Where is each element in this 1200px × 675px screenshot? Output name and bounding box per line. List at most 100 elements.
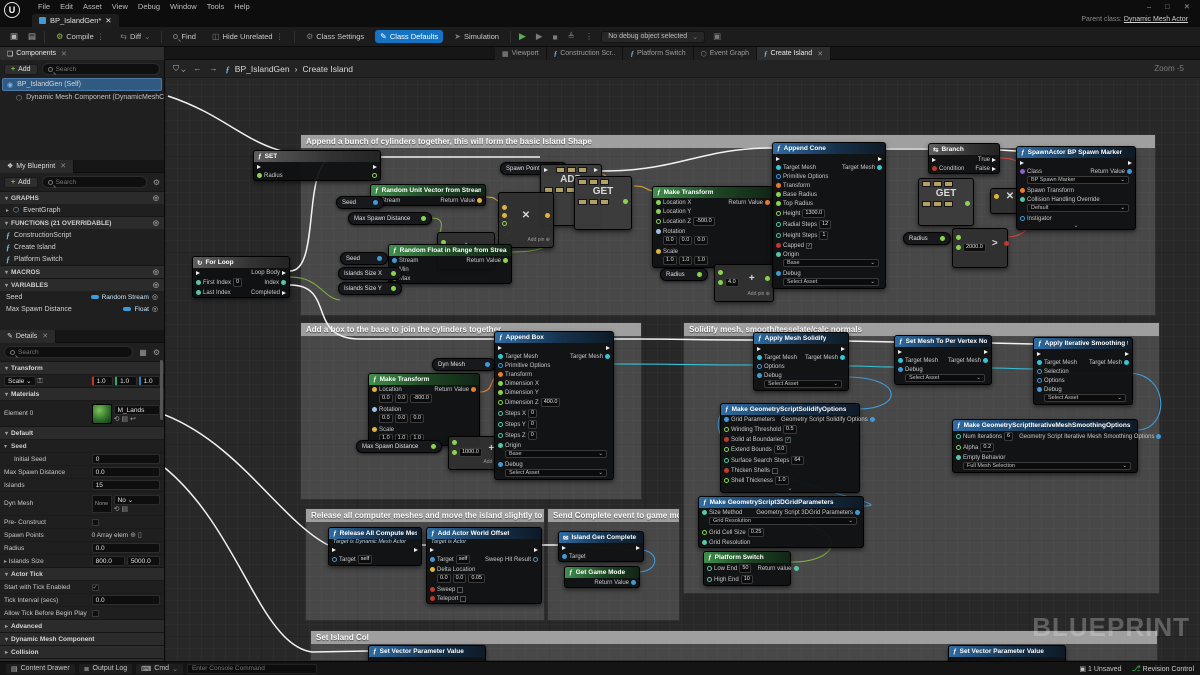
- input-pin[interactable]: Debug: [776, 271, 801, 277]
- pin-field[interactable]: 400.0: [541, 398, 561, 407]
- input-pin[interactable]: Delta Location: [430, 567, 475, 573]
- node-header[interactable]: ƒPlatform Switch: [704, 552, 790, 563]
- node-header[interactable]: ƒSET: [254, 151, 380, 162]
- variable-get-node[interactable]: Radius: [660, 268, 708, 281]
- variable-get-node[interactable]: Dyn Mesh: [432, 358, 496, 371]
- lock-icon[interactable]: ⚿: [37, 378, 42, 385]
- operator-node[interactable]: 2000.0>: [952, 228, 1008, 268]
- pin-icon[interactable]: [776, 271, 781, 276]
- input-pin[interactable]: Radius: [257, 173, 283, 179]
- sidebar-item-create island[interactable]: ƒCreate Island: [0, 241, 164, 253]
- pin-icon[interactable]: [1020, 169, 1025, 174]
- pin-icon[interactable]: [1127, 169, 1132, 174]
- pin-icon[interactable]: [392, 258, 397, 263]
- output-pin[interactable]: Target Mesh: [570, 354, 610, 360]
- visibility-icon[interactable]: ◎: [153, 268, 159, 276]
- input-pin[interactable]: Target Mesh: [776, 165, 816, 171]
- wildcard-pin[interactable]: [922, 201, 931, 207]
- pin-icon[interactable]: [498, 390, 503, 395]
- pin-icon[interactable]: [1037, 387, 1042, 392]
- menu-file[interactable]: File: [38, 2, 50, 11]
- input-pin[interactable]: Last Index: [196, 290, 231, 296]
- pin-icon[interactable]: [1037, 360, 1042, 365]
- pin-icon[interactable]: [776, 233, 781, 238]
- input-pin[interactable]: Condition: [932, 166, 964, 172]
- add-pin-button[interactable]: Add pin ⊕: [499, 237, 553, 244]
- close-icon[interactable]: ✕: [60, 162, 66, 170]
- pin-icon[interactable]: [498, 462, 503, 467]
- input-pin[interactable]: Target Mesh: [498, 354, 538, 360]
- material-name[interactable]: M_Lands: [114, 405, 160, 415]
- pin-field[interactable]: 0.5: [783, 425, 797, 434]
- graph-node[interactable]: ƒSpawnActor BP Spawn MarkerClassReturn V…: [1016, 146, 1136, 230]
- node-header[interactable]: ƒMake GeometryScriptSolidifyOptions: [721, 404, 859, 415]
- pin-icon[interactable]: [471, 387, 476, 392]
- components-tab[interactable]: ❏ Components✕: [0, 47, 165, 60]
- pin-icon[interactable]: [724, 458, 729, 463]
- input-pin[interactable]: Targetself: [430, 555, 470, 564]
- input-pin[interactable]: Location: [372, 387, 402, 393]
- input-pin[interactable]: Low End50: [707, 564, 751, 573]
- graph-node[interactable]: ↻For LoopLoop BodyFirst Index0IndexLast …: [192, 256, 290, 298]
- pin-icon[interactable]: [502, 221, 507, 226]
- output-pin[interactable]: Return Value: [466, 258, 508, 264]
- node-header[interactable]: ƒSpawnActor BP Spawn Marker: [1017, 147, 1135, 158]
- input-pin[interactable]: Target: [562, 554, 586, 560]
- variable-get-node[interactable]: Islands Size X: [338, 267, 402, 280]
- exec-out-pin[interactable]: [1128, 161, 1132, 165]
- input-pin[interactable]: [757, 347, 761, 351]
- comment-box[interactable]: Send Complete event to game mode: [547, 508, 680, 621]
- add-blueprint-item-button[interactable]: +Add: [4, 177, 38, 188]
- wildcard-pin[interactable]: [600, 179, 609, 185]
- asset-thumbnail[interactable]: None: [92, 495, 112, 513]
- node-header[interactable]: ƒGet Game Mode: [565, 567, 639, 578]
- output-pin[interactable]: [373, 165, 377, 169]
- pin-icon[interactable]: [724, 437, 729, 442]
- pin-icon[interactable]: [765, 276, 770, 281]
- details-row[interactable]: Initial Seed0: [0, 452, 164, 465]
- my-blueprint-tab[interactable]: ❖ My Blueprint✕: [0, 160, 74, 173]
- input-pin[interactable]: Class: [1020, 169, 1042, 175]
- pin-icon[interactable]: [1004, 241, 1009, 246]
- exec-out-pin[interactable]: [841, 347, 845, 351]
- pin-icon[interactable]: [430, 596, 435, 601]
- input-pin[interactable]: Debug: [1037, 387, 1062, 393]
- pin-icon[interactable]: [776, 174, 781, 179]
- pin-icon[interactable]: [956, 445, 961, 450]
- output-pin[interactable]: [534, 548, 538, 552]
- field-value[interactable]: 0: [92, 454, 160, 464]
- details-section-materials[interactable]: ▾Materials: [0, 387, 164, 400]
- details-section-dynamic-mesh-component[interactable]: ▾Dynamic Mesh Component: [0, 632, 164, 645]
- graph-node[interactable]: ƒSET Radius: [253, 150, 381, 181]
- pin-icon[interactable]: [994, 194, 999, 199]
- graph-node[interactable]: ƒGet Game ModeReturn Value: [564, 566, 640, 588]
- variable-row[interactable]: SeedRandom Stream◎: [0, 291, 164, 303]
- details-row[interactable]: Max Spawn Distance0.0: [0, 465, 164, 478]
- operator-node[interactable]: 4.0+Add pin ⊕: [714, 264, 774, 302]
- pin-select[interactable]: Select Asset⌄: [783, 278, 879, 286]
- pin-field[interactable]: 50: [739, 564, 751, 573]
- variable-row[interactable]: Max Spawn DistanceFloat◎: [0, 303, 164, 315]
- details-row[interactable]: Islands15: [0, 478, 164, 491]
- graph-node[interactable]: ƒSet Vector Parameter Value: [368, 645, 486, 661]
- node-header[interactable]: ✉Island Gen Complete: [559, 532, 643, 543]
- scale-dropdown[interactable]: Scale ⌄: [4, 376, 36, 386]
- details-row[interactable]: Element 0M_Lands⟲ ▤ ↩: [0, 400, 164, 426]
- compile-button[interactable]: ⚙Compile⋮: [51, 30, 109, 43]
- menu-debug[interactable]: Debug: [138, 2, 160, 11]
- details-row[interactable]: Spawn Points0 Array elem⊕▯: [0, 528, 164, 541]
- axis-value[interactable]: 1.0: [139, 376, 160, 386]
- pin-icon[interactable]: [372, 427, 377, 432]
- pin-field[interactable]: 64: [791, 456, 803, 465]
- material-thumbnail[interactable]: [92, 404, 112, 424]
- output-pin[interactable]: [636, 546, 640, 550]
- vector-field[interactable]: 0.0: [379, 394, 393, 403]
- pin-icon[interactable]: [718, 280, 723, 285]
- pin-icon[interactable]: [1156, 434, 1161, 439]
- doc-tab-bp-islandgen[interactable]: BP_IslandGen* ✕: [32, 14, 119, 27]
- sidebar-item-eventgraph[interactable]: ▸⬡EventGraph: [0, 204, 164, 216]
- pin-icon[interactable]: [702, 530, 707, 535]
- input-pin[interactable]: [498, 346, 502, 350]
- graph-node[interactable]: ✉Island Gen Complete Target: [558, 531, 644, 562]
- node-header[interactable]: ƒRandom Unit Vector from Stream: [371, 185, 485, 196]
